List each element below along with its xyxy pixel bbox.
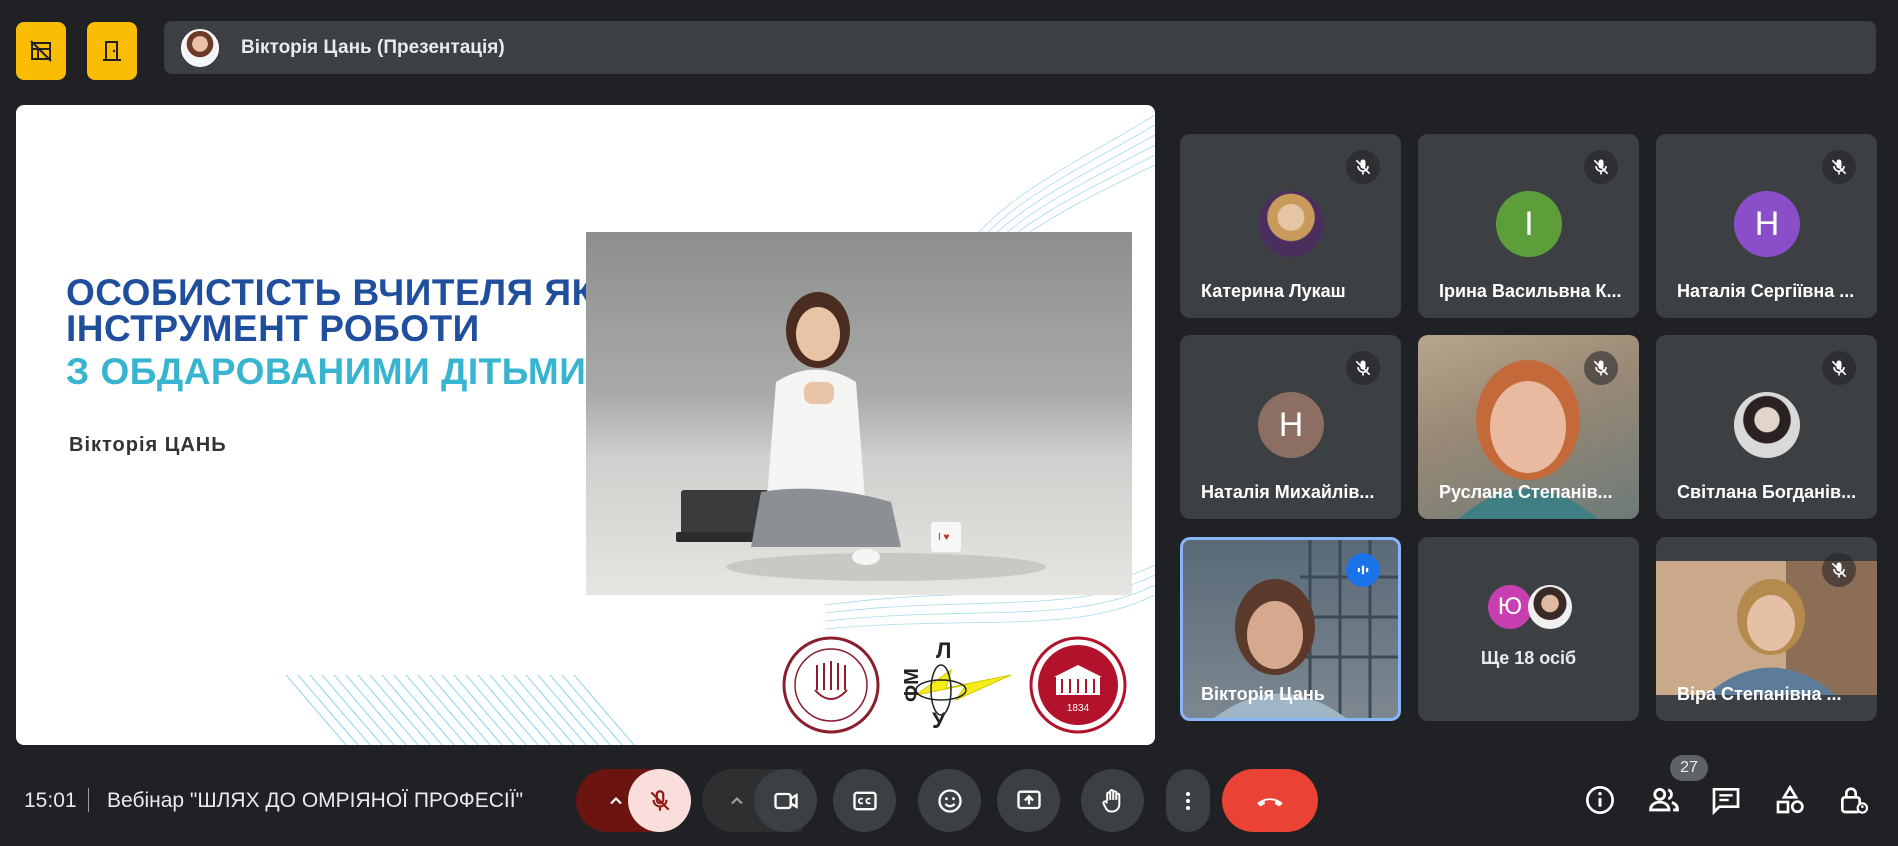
avatar (1528, 585, 1572, 629)
mic-off-icon (1822, 553, 1856, 587)
participant-name: Катерина Лукаш (1201, 281, 1346, 301)
meeting-clock: 15:01 (24, 789, 77, 812)
participant-name: Світлана Богданів... (1677, 482, 1857, 502)
captions-button[interactable] (833, 769, 896, 832)
more-participants-label: Ще 18 осіб (1480, 648, 1577, 668)
chevron-up-icon (731, 796, 743, 804)
slide-photo: I ♥ (586, 232, 1132, 595)
avatar: Ю (1488, 585, 1532, 629)
fmlu-logo-letter-l: Л (936, 640, 951, 663)
slide-line-decoration (286, 675, 635, 745)
chevron-up-icon (610, 796, 622, 804)
leave-call-button[interactable] (1222, 769, 1318, 832)
mic-off-icon (1584, 150, 1618, 184)
avatar: Н (1734, 191, 1800, 257)
chat-icon (1712, 788, 1740, 816)
participant-name: Руслана Степанів... (1439, 482, 1613, 502)
fmlu-logo-letter-u: У (932, 708, 946, 730)
no-layout-icon (30, 40, 52, 62)
university-logo-year: 1834 (1067, 703, 1090, 714)
hang-up-icon (1257, 797, 1283, 806)
mic-toggle-button[interactable] (628, 769, 691, 832)
camera-icon (773, 792, 798, 809)
camera-toggle-button[interactable] (754, 769, 817, 832)
captions-icon (852, 791, 877, 810)
more-participants-tile[interactable]: Ю Ще 18 осіб (1418, 537, 1639, 721)
participant-name: Наталія Сергіївна ... (1677, 281, 1855, 301)
presentation-slide: ОСОБИСТІСТЬ ВЧИТЕЛЯ ЯК ІНСТРУМЕНТ РОБОТИ… (16, 105, 1155, 745)
shapes-icon (1776, 784, 1804, 814)
presenter-name: Вікторія Цань (Презентація) (241, 36, 505, 58)
slide-title-line-3: З ОБДАРОВАНИМИ ДІТЬМИ (66, 351, 587, 392)
participant-tile[interactable]: Н Наталія Сергіївна ... (1656, 134, 1877, 318)
presenter-bar[interactable]: Вікторія Цань (Презентація) (164, 21, 1876, 74)
hand-icon (1101, 788, 1120, 812)
avatar (1734, 392, 1800, 458)
participant-tile[interactable]: Віра Степанівна ... (1656, 537, 1877, 721)
mic-off-icon (1584, 351, 1618, 385)
presenter-avatar (181, 28, 219, 67)
participant-name: Вікторія Цань (1201, 684, 1325, 704)
participant-tile[interactable]: Світлана Богданів... (1656, 335, 1877, 519)
raise-hand-button[interactable] (1081, 769, 1144, 832)
slide-title-line-1: ОСОБИСТІСТЬ ВЧИТЕЛЯ ЯК (66, 272, 595, 313)
present-icon (1016, 790, 1041, 809)
meeting-title: Вебінар "ШЛЯХ ДО ОМРІЯНОЇ ПРОФЕСІЇ" (107, 789, 524, 812)
participant-name: Наталія Михайлів... (1201, 482, 1375, 502)
info-icon (1586, 786, 1614, 814)
participant-tile[interactable]: І Ірина Васильвна К... (1418, 134, 1639, 318)
mic-off-icon (650, 789, 669, 811)
lock-person-icon (1841, 787, 1869, 814)
mic-off-icon (1346, 150, 1380, 184)
avatar: Н (1258, 392, 1324, 458)
door-icon (103, 41, 121, 61)
reactions-button[interactable] (918, 769, 981, 832)
participant-tile[interactable]: Н Наталія Михайлів... (1180, 335, 1401, 519)
emoji-icon (937, 788, 962, 813)
more-options-button[interactable] (1166, 769, 1210, 832)
host-controls-button[interactable] (1830, 777, 1876, 823)
people-icon (1649, 787, 1679, 812)
present-screen-button[interactable] (997, 769, 1060, 832)
participant-name: Ірина Васильвна К... (1439, 281, 1622, 301)
university-logo-2: 1834 (1029, 636, 1127, 734)
avatar (1258, 191, 1324, 257)
top-bar: Вікторія Цань (Презентація) (0, 0, 1898, 95)
more-participants-avatars: Ю (1488, 585, 1572, 629)
hide-self-view-button[interactable] (16, 22, 66, 80)
mic-off-icon (1822, 351, 1856, 385)
fmlu-logo-letter-fm: ФМ (901, 668, 923, 702)
svg-text:I ♥: I ♥ (938, 532, 950, 543)
avatar: І (1496, 191, 1562, 257)
more-vert-icon (1186, 791, 1190, 810)
participant-name: Віра Степанівна ... (1677, 684, 1842, 704)
participant-tile-speaking[interactable]: Вікторія Цань (1180, 537, 1401, 721)
slide-author: Вікторія ЦАНЬ (69, 434, 227, 456)
meeting-details-button[interactable] (1577, 777, 1623, 823)
participant-tile[interactable]: Катерина Лукаш (1180, 134, 1401, 318)
activities-button[interactable] (1767, 777, 1813, 823)
speaking-indicator-icon (1346, 553, 1380, 587)
mic-off-icon (1346, 351, 1380, 385)
companion-mode-button[interactable] (87, 22, 137, 80)
participant-tile[interactable]: Руслана Степанів... (1418, 335, 1639, 519)
slide-title-line-2: ІНСТРУМЕНТ РОБОТИ (66, 308, 480, 349)
divider (88, 788, 89, 812)
fmlu-logo: Л ФМ У (901, 640, 1012, 730)
people-button[interactable] (1641, 777, 1687, 823)
mic-off-icon (1822, 150, 1856, 184)
university-logo-1 (782, 636, 880, 734)
chat-button[interactable] (1703, 777, 1749, 823)
